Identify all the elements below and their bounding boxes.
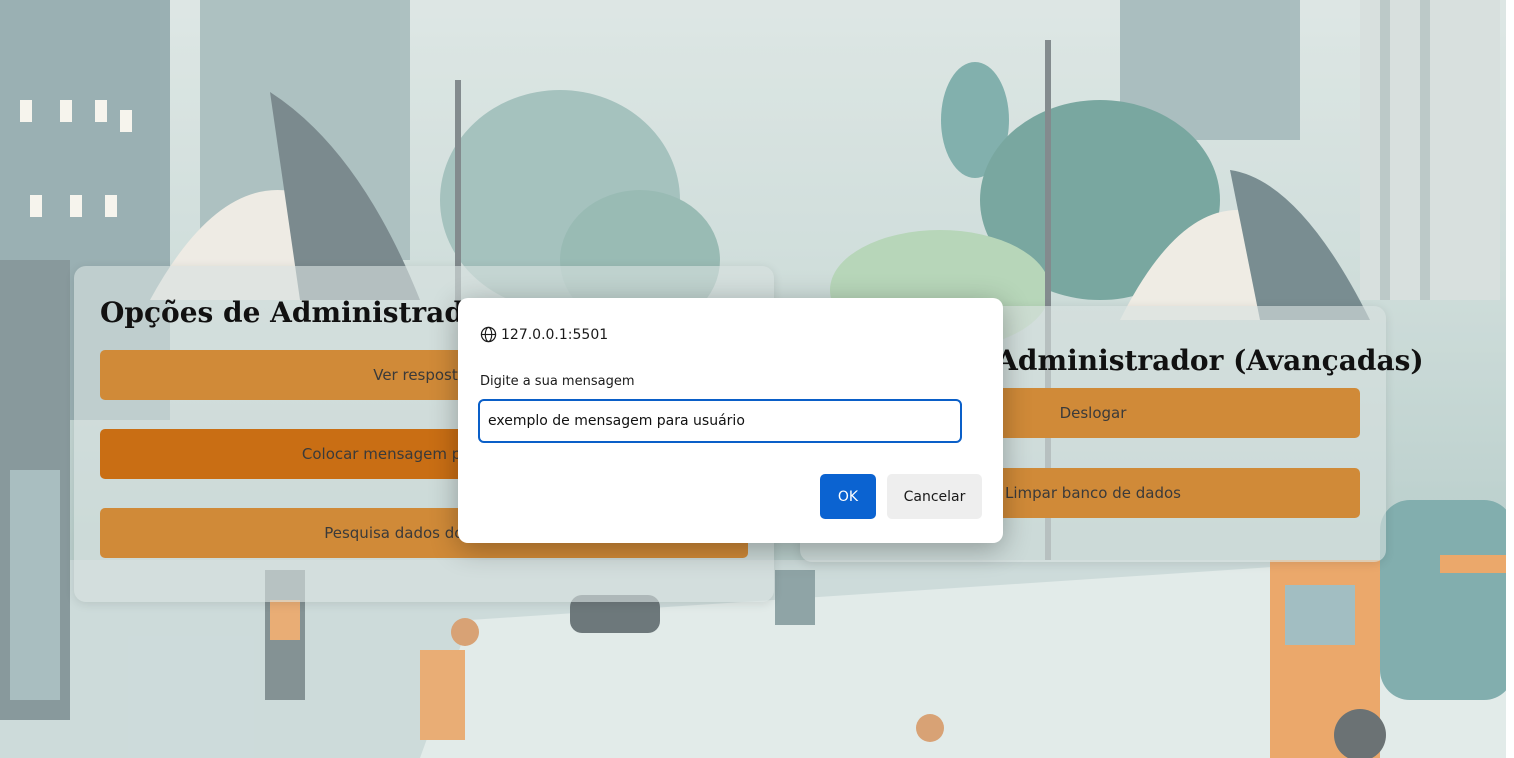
message-input[interactable] [478, 399, 962, 443]
dialog-message: Digite a sua mensagem [480, 374, 635, 389]
dialog-origin-text: 127.0.0.1:5501 [501, 326, 609, 343]
admin-options-title: Opções de Administrador [100, 296, 498, 329]
cancel-button[interactable]: Cancelar [887, 474, 982, 519]
prompt-dialog: 127.0.0.1:5501 Digite a sua mensagem OK … [458, 298, 1003, 543]
globe-icon [480, 326, 497, 343]
ok-button[interactable]: OK [820, 474, 876, 519]
dialog-origin: 127.0.0.1:5501 [480, 326, 608, 343]
